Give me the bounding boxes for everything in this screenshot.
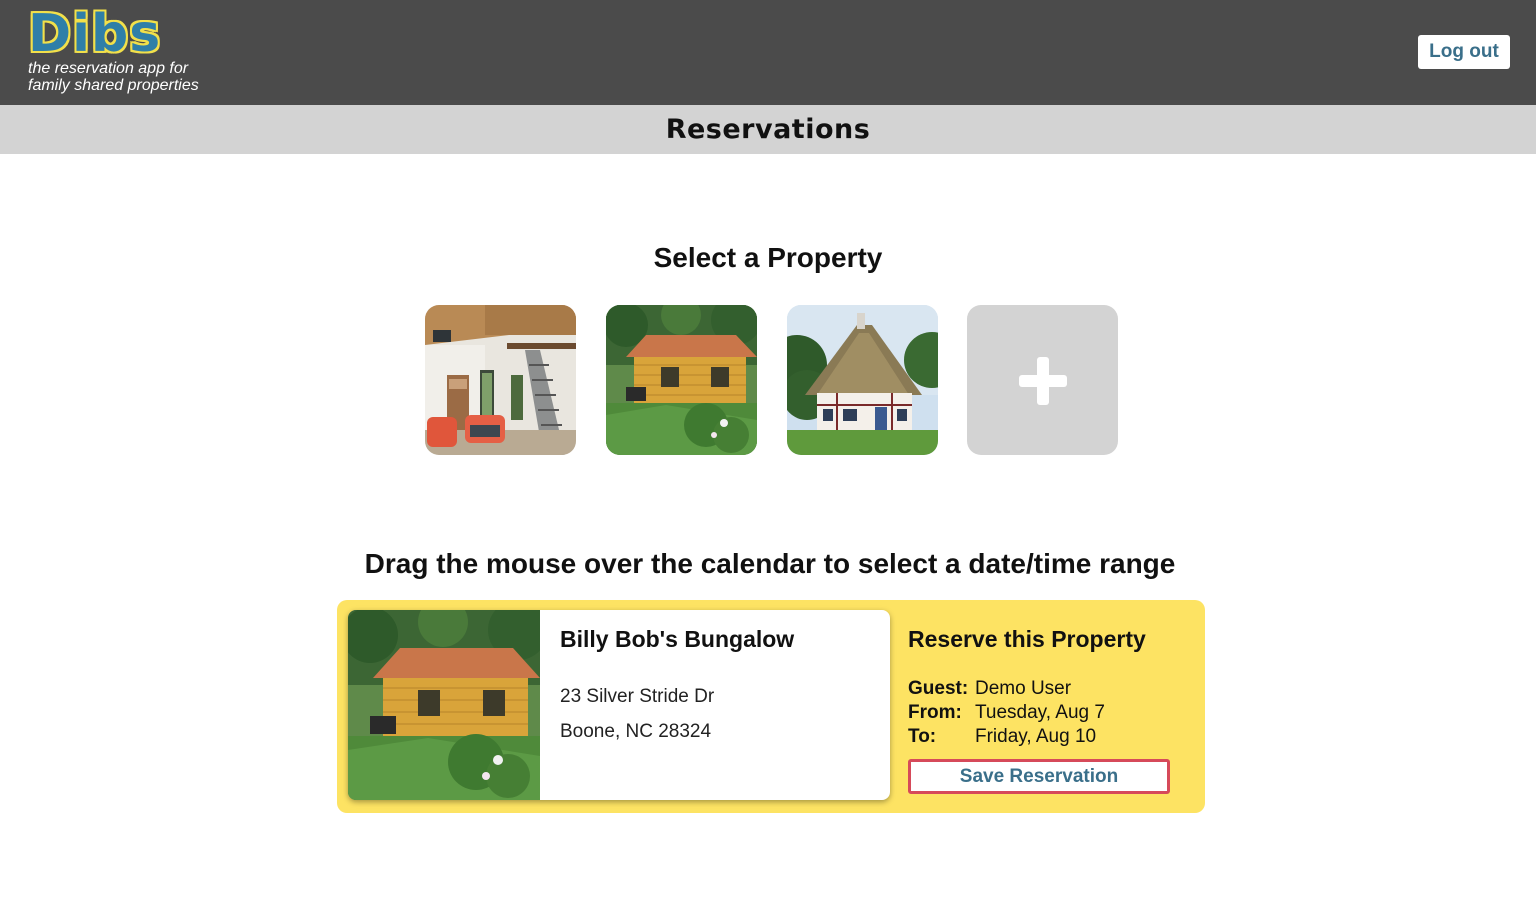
- guest-value: Demo User: [975, 678, 1072, 699]
- property-address-line-2: Boone, NC 28324: [560, 721, 712, 742]
- add-property-button[interactable]: [967, 305, 1118, 455]
- from-value: Tuesday, Aug 7: [975, 702, 1105, 723]
- to-row: To: Friday, Aug 10: [908, 725, 1198, 749]
- property-name: Billy Bob's Bungalow: [560, 626, 795, 652]
- save-reservation-button[interactable]: Save Reservation: [908, 759, 1170, 794]
- plus-icon: [1019, 357, 1067, 405]
- tagline-line-2: family shared properties: [28, 77, 199, 94]
- property-thumbnail-interior[interactable]: [425, 305, 576, 455]
- reservation-panel: Billy Bob's Bungalow 23 Silver Stride Dr…: [337, 600, 1205, 813]
- logo-tagline: the reservation app for family shared pr…: [28, 60, 228, 94]
- reserve-title: Reserve this Property: [908, 626, 1146, 652]
- guest-label: Guest:: [908, 678, 969, 699]
- thatched-cottage-photo-icon: [787, 305, 938, 455]
- property-address-line-1: 23 Silver Stride Dr: [560, 686, 715, 707]
- page-title: Reservations: [665, 114, 871, 145]
- page-title-bar: Reservations: [0, 105, 1536, 154]
- to-value: Friday, Aug 10: [975, 726, 1097, 747]
- logo-wordmark: Dibs: [28, 4, 162, 64]
- from-label: From:: [908, 702, 962, 723]
- guest-row: Guest: Demo User: [908, 677, 1198, 701]
- interior-loft-photo-icon: [425, 305, 576, 455]
- to-label: To:: [908, 726, 937, 747]
- tagline-line-1: the reservation app for: [28, 60, 189, 77]
- property-thumbnail-cottage[interactable]: [787, 305, 938, 455]
- logout-button[interactable]: Log out: [1418, 35, 1510, 69]
- log-cabin-photo-icon: [606, 305, 757, 455]
- calendar-instruction: Drag the mouse over the calendar to sele…: [364, 548, 1176, 579]
- selected-property-card: Billy Bob's Bungalow 23 Silver Stride Dr…: [348, 610, 890, 800]
- selected-property-image: [348, 610, 540, 800]
- select-property-heading: Select a Property: [653, 242, 883, 273]
- app-logo[interactable]: Dibs the reservation app for family shar…: [28, 6, 228, 98]
- property-thumbnail-cabin[interactable]: [606, 305, 757, 455]
- from-row: From: Tuesday, Aug 7: [908, 701, 1198, 725]
- top-header: Dibs the reservation app for family shar…: [0, 0, 1536, 105]
- log-cabin-photo-icon: [348, 610, 540, 800]
